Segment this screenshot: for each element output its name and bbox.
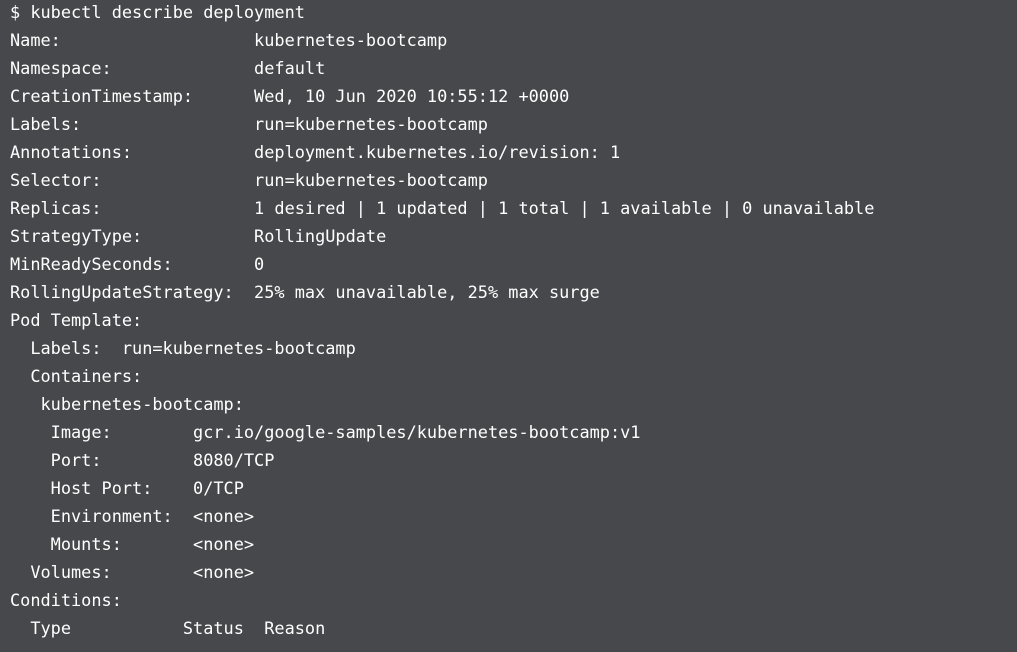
- output-line-mounts: Mounts: <none>: [10, 534, 255, 554]
- output-line-creation-timestamp: CreationTimestamp: Wed, 10 Jun 2020 10:5…: [10, 86, 570, 106]
- output-line-strategy-type: StrategyType: RollingUpdate: [10, 226, 387, 246]
- output-line-selector: Selector: run=kubernetes-bootcamp: [10, 170, 488, 190]
- output-line-volumes: Volumes: <none>: [10, 562, 255, 582]
- output-line-conditions-header: Type Status Reason: [10, 618, 326, 638]
- output-line-environment: Environment: <none>: [10, 506, 255, 526]
- output-line-min-ready-seconds: MinReadySeconds: 0: [10, 254, 265, 274]
- output-line-image: Image: gcr.io/google-samples/kubernetes-…: [10, 422, 641, 442]
- output-line-replicas: Replicas: 1 desired | 1 updated | 1 tota…: [10, 198, 875, 218]
- output-line-name: Name: kubernetes-bootcamp: [10, 30, 448, 50]
- output-line-annotations: Annotations: deployment.kubernetes.io/re…: [10, 142, 621, 162]
- output-line-pod-labels: Labels: run=kubernetes-bootcamp: [10, 338, 356, 358]
- output-line-conditions: Conditions:: [10, 590, 122, 610]
- output-line-labels: Labels: run=kubernetes-bootcamp: [10, 114, 488, 134]
- terminal-output[interactable]: $ kubectl describe deployment Name: kube…: [0, 0, 1017, 650]
- output-line-containers: Containers:: [10, 366, 143, 386]
- output-line-port: Port: 8080/TCP: [10, 450, 275, 470]
- command-line: $ kubectl describe deployment: [10, 2, 305, 22]
- output-line-rolling-update-strategy: RollingUpdateStrategy: 25% max unavailab…: [10, 282, 600, 302]
- output-line-namespace: Namespace: default: [10, 58, 326, 78]
- output-line-container-name: kubernetes-bootcamp:: [10, 394, 244, 414]
- output-line-pod-template: Pod Template:: [10, 310, 143, 330]
- output-line-host-port: Host Port: 0/TCP: [10, 478, 244, 498]
